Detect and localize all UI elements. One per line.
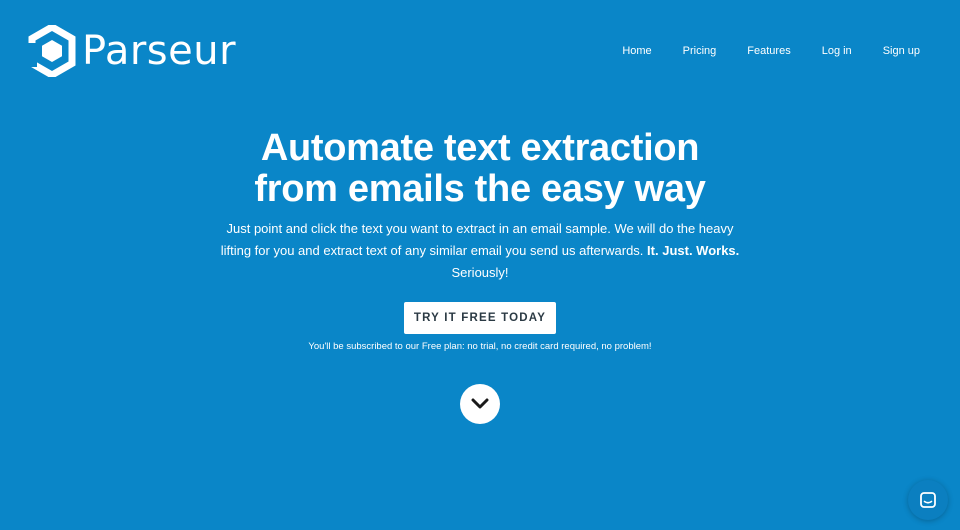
brand-name: Parseur xyxy=(82,28,237,74)
cta-note: You'll be subscribed to our Free plan: n… xyxy=(308,341,652,352)
nav-signup[interactable]: Sign up xyxy=(883,42,920,60)
nav-login[interactable]: Log in xyxy=(822,42,852,60)
hexagon-p-logo-icon xyxy=(28,25,76,77)
hero-section: Automate text extraction from emails the… xyxy=(0,128,960,353)
hero-subtext: Just point and click the text you want t… xyxy=(220,218,740,284)
headline-line-1: Automate text extraction xyxy=(260,127,700,169)
chat-icon xyxy=(920,492,936,508)
scroll-down-button[interactable] xyxy=(460,384,500,424)
headline-line-2: from emails the easy way xyxy=(254,168,706,210)
try-free-button[interactable]: TRY IT FREE TODAY xyxy=(404,302,556,334)
nav-features[interactable]: Features xyxy=(747,42,790,60)
hero-headline: Automate text extraction from emails the… xyxy=(160,128,800,210)
nav-home[interactable]: Home xyxy=(622,42,651,60)
main-nav: Home Pricing Features Log in Sign up xyxy=(591,42,920,60)
brand-logo[interactable]: Parseur xyxy=(28,25,236,77)
nav-pricing[interactable]: Pricing xyxy=(683,42,717,60)
subtext-closing: Seriously! xyxy=(451,265,509,280)
chevron-down-icon xyxy=(471,398,489,409)
landing-page: Parseur Home Pricing Features Log in Sig… xyxy=(0,0,960,530)
subtext-emphasis: It. Just. Works. xyxy=(647,243,740,258)
chat-launcher-button[interactable] xyxy=(908,480,948,520)
